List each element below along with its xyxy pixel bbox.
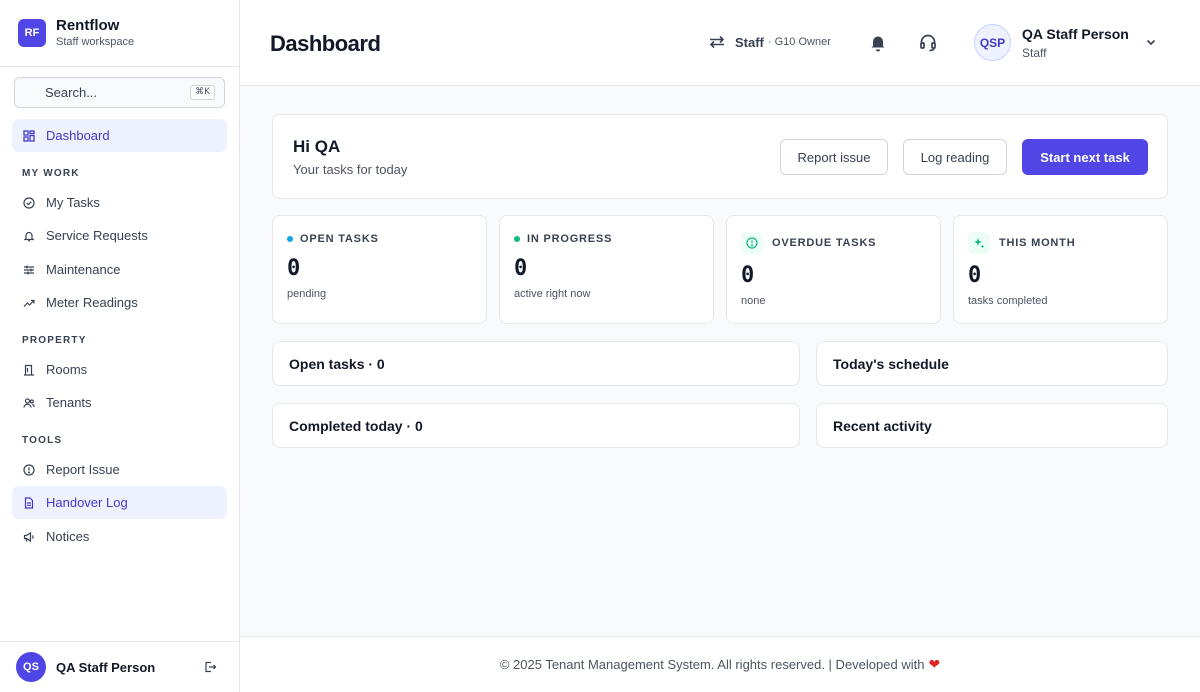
chevron-down-icon[interactable] (1144, 35, 1158, 49)
sidebar-user: QS QA Staff Person (0, 641, 239, 692)
user-avatar[interactable]: QSP (974, 24, 1011, 61)
sidebar-item-rooms[interactable]: Rooms (12, 353, 227, 386)
check-circle-icon (23, 196, 35, 209)
role-name: Staff (735, 34, 764, 50)
stat-sub: none (741, 295, 766, 307)
stat-value: 0 (514, 256, 528, 281)
sidebar-item-notices[interactable]: Notices (12, 520, 227, 553)
megaphone-icon (23, 531, 35, 543)
stat-label-text: OVERDUE TASKS (772, 237, 877, 249)
stat-card-overdue-tasks: OVERDUE TASKS 0 none (726, 215, 941, 324)
sidebar-item-label: Report Issue (46, 462, 120, 477)
sidebar-item-service-requests[interactable]: Service Requests (12, 219, 227, 252)
sidebar-item-label: Rooms (46, 362, 88, 377)
user-role: Staff (1022, 46, 1047, 60)
sidebar-item-tenants[interactable]: Tenants (12, 386, 227, 419)
sidebar-user-name: QA Staff Person (56, 659, 156, 675)
todays-schedule-panel[interactable]: Today's schedule (816, 341, 1168, 386)
sidebar-item-label: Handover Log (46, 495, 128, 510)
users-icon (23, 397, 35, 409)
bell-icon (23, 230, 35, 242)
open-tasks-panel[interactable]: Open tasks · 0 (272, 341, 800, 386)
stat-label: OVERDUE TASKS (741, 232, 876, 254)
section-label-tools: TOOLS (22, 435, 63, 446)
stat-label: IN PROGRESS (514, 233, 612, 245)
stat-value: 0 (287, 256, 301, 281)
stat-sub: pending (287, 288, 327, 300)
stat-label: OPEN TASKS (287, 233, 379, 245)
stat-card-in-progress: IN PROGRESS 0 active right now (499, 215, 714, 324)
sidebar-item-label: Service Requests (46, 228, 148, 243)
sidebar-item-my-tasks[interactable]: My Tasks (12, 186, 227, 219)
stat-label-text: THIS MONTH (999, 237, 1076, 249)
swap-arrows-icon (709, 35, 725, 49)
sidebar-item-meter-readings[interactable]: Meter Readings (12, 286, 227, 319)
stat-card-open-tasks: OPEN TASKS 0 pending (272, 215, 487, 324)
stat-value: 0 (968, 263, 982, 288)
notification-bell-icon[interactable] (868, 33, 888, 53)
section-label-my-work: MY WORK (22, 168, 80, 179)
stat-label: THIS MONTH (968, 232, 1075, 254)
stat-sub: active right now (514, 288, 591, 300)
start-next-task-button[interactable]: Start next task (1022, 139, 1148, 175)
stat-label-text: IN PROGRESS (527, 233, 613, 245)
door-icon (23, 364, 35, 376)
section-label-property: PROPERTY (22, 335, 87, 346)
app-name: Rentflow (56, 17, 120, 34)
user-name[interactable]: QA Staff Person (1022, 26, 1129, 42)
role-switcher[interactable]: Staff · G10 Owner (708, 34, 831, 50)
sidebar-item-label: My Tasks (46, 195, 100, 210)
logout-icon[interactable] (203, 660, 217, 674)
report-issue-button[interactable]: Report issue (780, 139, 888, 175)
sliders-icon (23, 264, 35, 276)
footer-text: © 2025 Tenant Management System. All rig… (499, 657, 925, 672)
brand[interactable]: RF Rentflow Staff workspace (0, 0, 239, 67)
top-header: Dashboard Staff · G10 Owner QSP QA Staff… (240, 0, 1200, 86)
search-placeholder: Search... (45, 85, 98, 100)
heart-icon: ❤ (928, 656, 941, 673)
status-dot (287, 236, 293, 242)
grid-icon (23, 129, 35, 142)
headset-icon[interactable] (918, 33, 938, 53)
sidebar-item-label: Tenants (46, 395, 92, 410)
completed-today-panel[interactable]: Completed today · 0 (272, 403, 800, 448)
search-shortcut: ⌘K (190, 85, 215, 100)
alert-circle-icon (23, 463, 35, 476)
log-reading-button[interactable]: Log reading (903, 139, 1007, 175)
sidebar-item-label: Notices (46, 529, 90, 544)
alert-circle-icon (741, 232, 763, 254)
role-detail: · G10 Owner (767, 36, 831, 48)
stat-value: 0 (741, 263, 755, 288)
greeting-subtitle: Your tasks for today (293, 162, 408, 177)
page-footer: © 2025 Tenant Management System. All rig… (240, 636, 1200, 692)
stat-label-text: OPEN TASKS (300, 233, 379, 245)
sidebar-item-handover-log[interactable]: Handover Log (12, 486, 227, 519)
greeting-card: Hi QA Your tasks for today Report issue … (272, 114, 1168, 199)
sidebar-item-label: Maintenance (46, 262, 121, 277)
greeting-title: Hi QA (293, 137, 341, 156)
recent-activity-panel[interactable]: Recent activity (816, 403, 1168, 448)
sidebar-item-label: Meter Readings (46, 295, 138, 310)
sidebar-item-maintenance[interactable]: Maintenance (12, 253, 227, 286)
avatar: QS (16, 652, 46, 682)
stat-card-this-month: THIS MONTH 0 tasks completed (953, 215, 1168, 324)
sidebar-item-dashboard[interactable]: Dashboard (12, 119, 227, 152)
status-dot (514, 236, 520, 242)
page-title: Dashboard (270, 31, 381, 56)
sparkles-icon (968, 232, 990, 254)
sidebar: RF Rentflow Staff workspace Search... ⌘K… (0, 0, 240, 692)
app-subtitle: Staff workspace (56, 36, 135, 48)
sidebar-item-label: Dashboard (46, 128, 110, 143)
document-icon (23, 496, 35, 509)
trending-up-icon (23, 297, 35, 309)
search-input[interactable]: Search... ⌘K (14, 77, 225, 108)
stat-sub: tasks completed (968, 295, 1048, 307)
brand-logo: RF (18, 19, 46, 47)
sidebar-item-report-issue[interactable]: Report Issue (12, 453, 227, 486)
